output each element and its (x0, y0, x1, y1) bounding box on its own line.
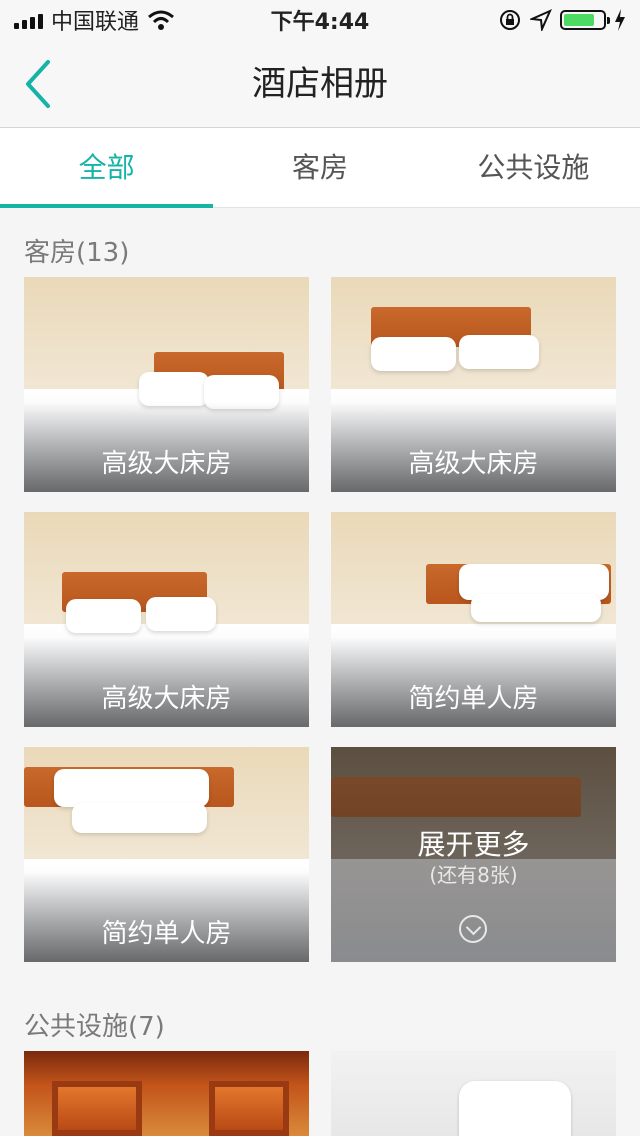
carrier-name: 中国联通 (51, 10, 140, 35)
battery-fill (564, 14, 595, 26)
location-icon (530, 9, 552, 31)
pillow (72, 803, 207, 833)
chevron-down-circle-icon (459, 915, 487, 943)
photo-label: 简约单人房 (101, 919, 232, 949)
tab-all[interactable]: 全部 (0, 128, 214, 208)
facility-photo[interactable] (24, 1051, 309, 1136)
room-photo[interactable]: 高级大床房 (331, 277, 616, 492)
tab-facilities[interactable]: 公共设施 (427, 128, 640, 207)
signal-icon (14, 11, 43, 29)
pillow (139, 372, 209, 406)
elevator-door (209, 1081, 289, 1136)
toilet-tank (459, 1081, 571, 1136)
status-left: 中国联通 (14, 4, 175, 36)
pillow (371, 337, 456, 371)
pillow (146, 597, 216, 631)
remaining-count: (还有8张) (429, 863, 518, 887)
facilities-section-title: 公共设施(7) (24, 1012, 165, 1042)
pillow (54, 769, 209, 807)
room-photo[interactable]: 高级大床房 (24, 277, 309, 492)
wifi-icon (148, 10, 174, 30)
tab-rooms[interactable]: 客房 (213, 128, 426, 207)
expand-more-label: 展开更多 (417, 828, 530, 861)
expand-more-button[interactable]: 展开更多 (还有8张) (331, 747, 616, 962)
status-bar: 中国联通 下午4:44 (0, 0, 640, 40)
rotation-lock-icon (500, 10, 520, 30)
photo-label: 高级大床房 (101, 684, 232, 714)
room-photo[interactable]: 简约单人房 (331, 512, 616, 727)
rooms-section-title: 客房(13) (24, 238, 130, 268)
elevator-door (52, 1081, 142, 1136)
battery-icon (560, 10, 610, 30)
status-right (498, 8, 626, 32)
navigation-bar: 酒店相册 (0, 40, 640, 128)
pillow (471, 594, 601, 622)
photo-label: 简约单人房 (408, 684, 539, 714)
facility-photo[interactable] (331, 1051, 616, 1136)
pillow (459, 335, 539, 369)
room-photo[interactable]: 简约单人房 (24, 747, 309, 962)
photo-label: 高级大床房 (408, 449, 539, 479)
category-tabs: 全部 客房 公共设施 (0, 128, 640, 208)
room-photo[interactable]: 高级大床房 (24, 512, 309, 727)
back-button[interactable] (18, 58, 68, 110)
page-title: 酒店相册 (252, 64, 388, 104)
charging-icon (615, 9, 625, 31)
chevron-left-icon (26, 60, 50, 108)
photo-label: 高级大床房 (101, 449, 232, 479)
pillow (66, 599, 141, 633)
